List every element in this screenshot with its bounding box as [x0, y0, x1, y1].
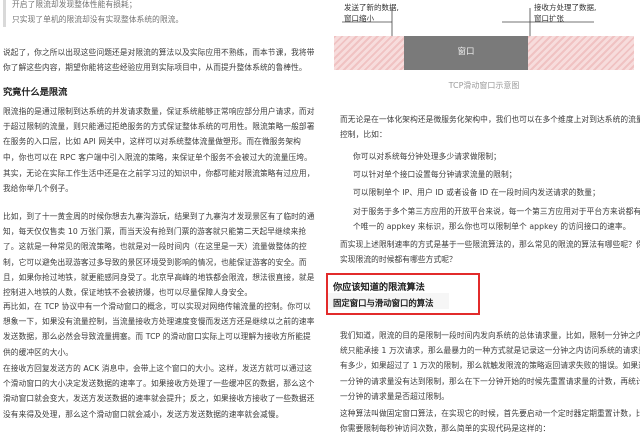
list-item: 可以限制单个 IP、用户 ID 或者设备 ID 在一段时间内发送请求的数量； — [353, 188, 600, 198]
tcp-sliding-window-diagram: 发送了新的数据, 窗口缩小 接收方处理了数据, 窗口扩张 窗口 TCP滑动窗口示… — [334, 0, 634, 100]
list-item: 个唯一的 appkey 来标识，那么你也可以限制单个 appkey 的访问接口的… — [353, 221, 631, 231]
text-line: 统只能承接 1 万次请求，那么最暴力的一种方式就是记录这一分钟之内访问系统的请求… — [340, 346, 640, 356]
text-line: 控制，比如： — [340, 130, 387, 140]
text-line: 限流指的是通过限制到达系统的并发请求数量，保证系统能够正常响应部分用户请求，而对 — [3, 107, 315, 116]
text-line: 中，你也可以在 RPC 客户端中引入限流的策略，来保证单个服务不会被过大的流量压… — [3, 152, 312, 162]
heading-what-is-rate-limiting: 究竟什么是限流 — [3, 87, 68, 98]
tourism-example-paragraph: 比如，到了十一黄金周的时候你想去九寨沟游玩，结果到了九寨沟才发现景区有了临时的通… — [3, 209, 315, 300]
text-line: 说起了，你之所以出现这些问题还是对限流的算法以及实际应用不熟练，而本节课，我将带 — [3, 48, 315, 57]
list-item: 可以针对单个接口设置每分钟请求流量的限制； — [353, 170, 517, 180]
text-line: 有多少，如果超过了 1 万次的限制，那么就触发限流的策略返回请求失败的错误。如果… — [340, 361, 640, 371]
text-line: 滑动窗口就会变大，发送方发送数据的速率就会提升；反之，如果接收方接收了一些数据还 — [3, 394, 315, 404]
list-item: 对于服务于多个第三方应用的开放平台来说，每一个第三方应用对于平台方来说都有一 — [353, 206, 640, 216]
text-line: 你需要限制每秒钟访问次数，那么简单的实现代码是这样的： — [340, 424, 551, 434]
ack-paragraph: 在接收方回复发送方的 ACK 消息中，会带上这个窗口的大小。这样，发送方就可以通… — [3, 361, 315, 422]
tcp-example-paragraph: 再比如，在 TCP 协议中有一个滑动窗口的概念，可以实现对网络传输流量的控制。你… — [3, 299, 315, 360]
text-line: 个滑动窗口的大小决定发送数据的速率了。如果接收方处理了一些缓冲区的数据，那么这个 — [3, 379, 315, 389]
diagram-caption: TCP滑动窗口示意图 — [448, 81, 520, 90]
text-line: 想象一下，如果没有流量控制，当流量接收方处理速度变慢而发送方还是继续以之前的速率 — [3, 317, 315, 327]
text-line: 你了解这些内容，期望你能将这些经验应用到实际项目中，从而提升整体系统的鲁棒性。 — [3, 63, 307, 73]
text-line: 比如，到了十一黄金周的时候你想去九寨沟游玩，结果到了九寨沟才发现景区有了临时的通 — [3, 212, 315, 221]
text-line: 一分钟的请求量是否超过限制。 — [340, 391, 450, 401]
text-line: 知，每天仅仅售卖 10 万张门票，而当天没有抢到门票的游客就只能第二天起早继续来… — [3, 227, 307, 237]
dimensions-paragraph: 而无论是在一体化架构还是微服务化架构中，我们也可以在多个维度上对到达系统的流量做… — [340, 112, 640, 142]
article-page: 开启了限流却发现整体性能有损耗； 只实现了单机的限流却没有实现整体系统的限流。 … — [0, 0, 640, 435]
note-window-expand: 接收方处理了数据, 窗口扩张 — [534, 2, 596, 24]
fixed-window-paragraph: 我们知道，限流的目的是限制一段时间内发向系统的总体请求量，比如，限制一分钟之内系… — [340, 328, 640, 404]
text-line: 发送数据，那么必然会导致流量拥塞。而 TCP 的滑动窗口实际上可以理解为接收方所… — [3, 332, 311, 342]
note-line: 接收方处理了数据, — [534, 3, 597, 12]
text-line: 控制进入地铁的人数，保证地铁不会被挤爆，也可以尽量保障人身安全。 — [3, 288, 253, 298]
top-quote: 开启了限流却发现整体性能有损耗； 只实现了单机的限流却没有实现整体系统的限流。 — [3, 0, 303, 28]
text-line: 在接收方回复发送方的 ACK 消息中，会带上这个窗口的大小。这样，发送方就可以通… — [3, 364, 313, 373]
list-item: 你可以对系统每分钟处理多少请求做限制； — [353, 152, 501, 161]
text-line: 制，它可以避免出现游客过多导致的景区环境受到影响的情况，也能保证游客的安全。而 — [3, 257, 307, 267]
text-line: 且，如果你抢过地铁，就更能感同身受了。北京早高峰的地铁都会限流，想法很直接，就是 — [3, 272, 315, 282]
text-line: 于超过限制的流量，则只能通过拒绝服务的方式保证整体系统的可用性。限流策略一般部署 — [3, 122, 315, 132]
right-column: 发送了新的数据, 窗口缩小 接收方处理了数据, 窗口扩张 窗口 TCP滑动窗口示… — [320, 0, 640, 435]
unsent-data-segment — [528, 36, 634, 70]
intro-paragraph: 说起了，你之所以出现这些问题还是对限流的算法以及实际应用不熟练，而本节课，我将带… — [3, 45, 315, 75]
text-line: 一分钟的请求量没有达到限制，那么在下一分钟开始的时候先重置请求量的计数，再统计这 — [340, 376, 640, 386]
window-label: 窗口 — [457, 47, 475, 57]
quote-line: 只实现了单机的限流却没有实现整体系统的限流。 — [12, 15, 184, 25]
fixed-window-impl-paragraph: 这种算法叫做固定窗口算法，在实现它的时候，首先要启动一个定时器定期重置计数，比如… — [340, 406, 640, 435]
text-line: 再比如，在 TCP 协议中有一个滑动窗口的概念，可以实现对网络传输流量的控制。你… — [3, 302, 311, 311]
highlight-box — [326, 273, 480, 315]
examples-intro-paragraph: 其实，无论在实际工作生活中还是在之前学习过的知识中，你都可能对限流策略有过应用，… — [3, 166, 315, 196]
algorithms-question-paragraph: 而实现上述限制速率的方式是基于一些限流算法的，那么常见的限流的算法有哪些呢？你在… — [340, 237, 640, 267]
left-column: 开启了限流却发现整体性能有损耗； 只实现了单机的限流却没有实现整体系统的限流。 … — [0, 0, 320, 435]
text-line: 而无论是在一体化架构还是微服务化架构中，我们也可以在多个维度上对到达系统的流量做 — [340, 115, 640, 124]
text-line: 我们知道，限流的目的是限制一段时间内发向系统的总体请求量，比如，限制一分钟之内系 — [340, 331, 640, 340]
text-line: 我给你举几个例子。 — [3, 184, 74, 194]
text-line: 在服务的入口层，比如 API 网关中，这样可以对系统整体流量做塑形。而在微服务架… — [3, 137, 301, 147]
sent-data-segment — [334, 36, 404, 70]
text-line: 实现限流的时候都有哪些方式呢？ — [340, 255, 457, 265]
definition-paragraph: 限流指的是通过限制到达系统的并发请求数量，保证系统能够正常响应部分用户请求，而对… — [3, 104, 315, 165]
text-line: 其实，无论在实际工作生活中还是在之前学习过的知识中，你都可能对限流策略有过应用， — [3, 169, 315, 178]
text-line: 这种算法叫做固定窗口算法，在实现它的时候，首先要启动一个定时器定期重置计数，比如 — [340, 409, 640, 418]
quote-line: 开启了限流却发现整体性能有损耗； — [12, 0, 137, 9]
text-line: 了。这就是一种常见的限流策略，也就是对一段时间内（在这里是一天）流量做整体的控 — [3, 242, 307, 252]
text-line: 而实现上述限制速率的方式是基于一些限流算法的，那么常见的限流的算法有哪些呢？你在 — [340, 240, 640, 249]
text-line: 没有来得及处理，那么这个滑动窗口就会减小，发送方发送数据的速率就会减慢。 — [3, 409, 284, 419]
note-line: 窗口扩张 — [534, 14, 564, 23]
limit-dimension-list: 你可以对系统每分钟处理多少请求做限制； 可以针对单个接口设置每分钟请求流量的限制… — [353, 149, 640, 234]
text-line: 供的缓冲区的大小。 — [3, 347, 74, 357]
